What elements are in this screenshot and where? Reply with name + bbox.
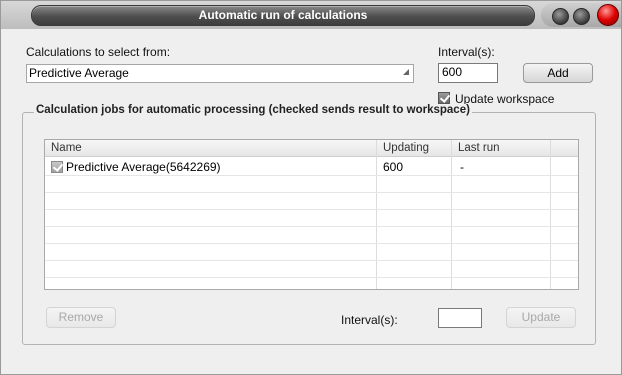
calculation-select-value: Predictive Average xyxy=(29,66,129,80)
row-divider xyxy=(45,209,578,210)
window-controls xyxy=(541,3,621,27)
column-header-updating[interactable]: Updating xyxy=(377,140,452,156)
job-name: Predictive Average(5642269) xyxy=(66,160,221,174)
row-divider xyxy=(45,192,578,193)
column-header-name[interactable]: Name xyxy=(45,140,377,156)
interval-input[interactable]: 600 xyxy=(438,63,498,83)
calculations-label: Calculations to select from: xyxy=(26,45,171,59)
add-button[interactable]: Add xyxy=(523,63,593,83)
job-last-run: - xyxy=(460,160,464,174)
maximize-icon[interactable] xyxy=(573,8,590,25)
column-divider xyxy=(376,140,377,289)
column-divider xyxy=(550,140,551,289)
update-workspace-checkbox[interactable] xyxy=(438,92,451,104)
calculation-window: Automatic run of calculations Calculatio… xyxy=(0,0,622,375)
table-header: Name Updating Last run xyxy=(45,140,578,157)
row-divider xyxy=(45,260,578,261)
job-interval-label: Interval(s): xyxy=(341,313,398,327)
update-button[interactable]: Update xyxy=(506,307,576,328)
close-icon[interactable] xyxy=(597,4,619,26)
check-icon xyxy=(439,92,451,103)
minimize-icon[interactable] xyxy=(552,8,569,25)
column-header-last-run[interactable]: Last run xyxy=(452,140,551,156)
jobs-table[interactable]: Name Updating Last run Predictive Averag… xyxy=(44,139,579,290)
window-title: Automatic run of calculations xyxy=(31,5,535,26)
calculation-select[interactable]: Predictive Average xyxy=(26,64,414,83)
row-divider xyxy=(45,175,578,176)
send-to-workspace-checkbox[interactable] xyxy=(51,161,64,173)
remove-button[interactable]: Remove xyxy=(46,307,116,328)
row-divider xyxy=(45,243,578,244)
jobs-group-title: Calculation jobs for automatic processin… xyxy=(34,104,472,116)
column-divider xyxy=(451,140,452,289)
row-divider xyxy=(45,226,578,227)
job-updating: 600 xyxy=(383,160,404,174)
row-divider xyxy=(45,277,578,278)
check-icon xyxy=(52,161,64,172)
title-bar[interactable]: Automatic run of calculations xyxy=(1,1,621,29)
dropdown-arrow-icon xyxy=(403,69,409,75)
interval-label: Interval(s): xyxy=(438,45,495,59)
job-interval-input[interactable] xyxy=(438,308,482,328)
